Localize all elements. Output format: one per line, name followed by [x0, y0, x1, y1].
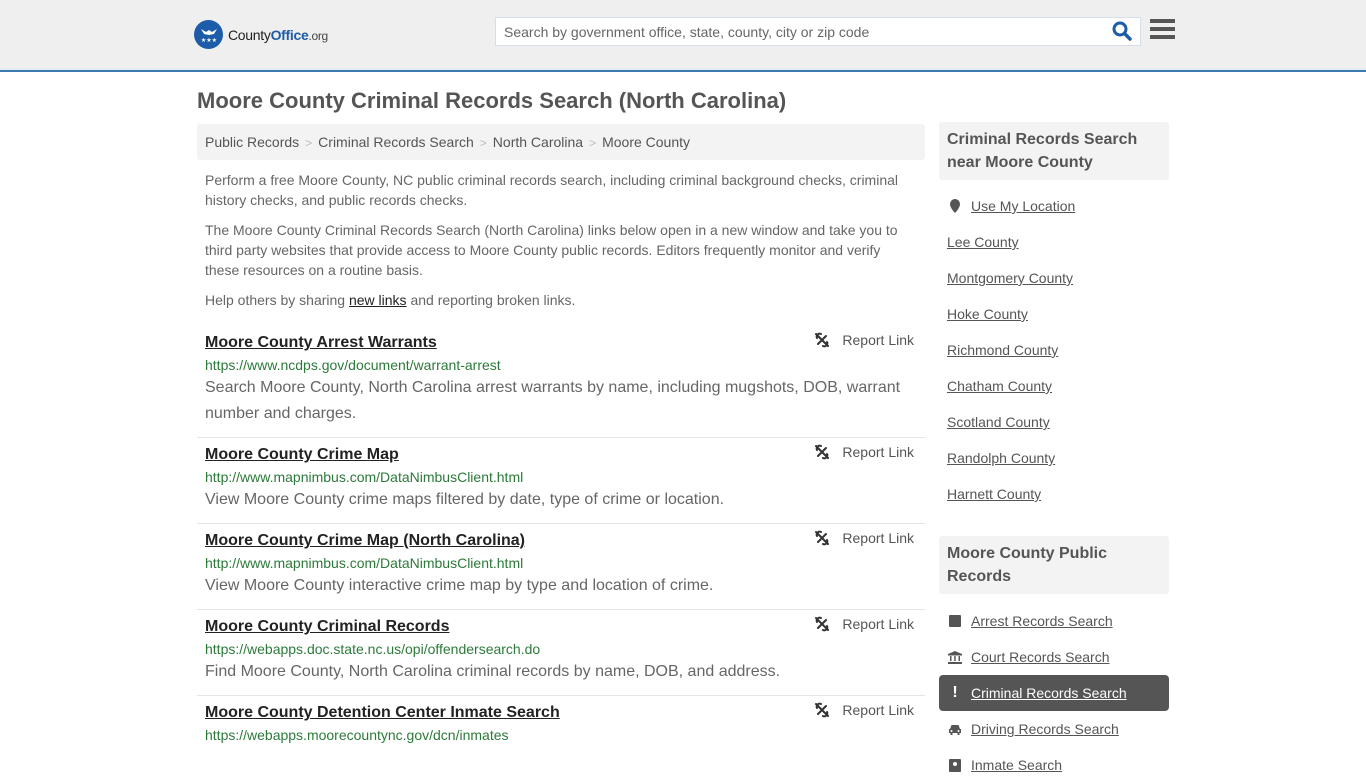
intro-text: Perform a free Moore County, NC public c…: [205, 170, 917, 320]
results-list: Moore County Arrest Warrants https://www…: [197, 326, 925, 753]
breadcrumb-separator: >: [589, 136, 597, 150]
result-description: View Moore County interactive crime map …: [205, 577, 714, 594]
sidebar-item-driving-records: Driving Records Search: [947, 711, 1161, 747]
result-url: http://www.mapnimbus.com/DataNimbusClien…: [205, 555, 524, 571]
car-icon: [947, 724, 963, 735]
search-button[interactable]: [1112, 21, 1134, 43]
result-item: Moore County Arrest Warrants https://www…: [197, 326, 925, 438]
result-item: Moore County Crime Map (North Carolina) …: [197, 524, 925, 610]
map-marker-icon: [947, 199, 963, 213]
arrest-records-link[interactable]: Arrest Records Search: [971, 613, 1113, 629]
broken-link-icon: [815, 530, 830, 546]
nearby-county-link[interactable]: Randolph County: [947, 450, 1055, 466]
court-records-link[interactable]: Court Records Search: [971, 649, 1110, 665]
nearby-county-item: Hoke County: [947, 296, 1161, 332]
broken-link-icon: [815, 702, 830, 718]
report-link-button[interactable]: Report Link: [814, 444, 914, 460]
sidebar-item-arrest-records: Arrest Records Search: [947, 603, 1161, 639]
report-link-button[interactable]: Report Link: [814, 530, 914, 546]
result-url: http://www.mapnimbus.com/DataNimbusClien…: [205, 469, 524, 485]
breadcrumb-criminal-records-search[interactable]: Criminal Records Search: [318, 134, 474, 150]
hamburger-menu-icon[interactable]: [1150, 19, 1175, 41]
result-description: Find Moore County, North Carolina crimin…: [205, 663, 781, 680]
nearby-county-item: Harnett County: [947, 476, 1161, 512]
site-header: ★★★ CountyOffice.org: [0, 0, 1366, 72]
driving-records-link[interactable]: Driving Records Search: [971, 721, 1119, 737]
nearby-county-link[interactable]: Chatham County: [947, 378, 1052, 394]
result-url: https://webapps.doc.state.nc.us/opi/offe…: [205, 641, 541, 657]
criminal-records-link[interactable]: Criminal Records Search: [971, 685, 1127, 701]
nearby-county-link[interactable]: Montgomery County: [947, 270, 1073, 286]
intro-paragraph-3: Help others by sharing new links and rep…: [205, 292, 576, 308]
sidebar-item-criminal-records: ! Criminal Records Search: [939, 675, 1169, 711]
nearby-county-item: Randolph County: [947, 440, 1161, 476]
intro-paragraph-2: The Moore County Criminal Records Search…: [205, 222, 898, 278]
sidebar-nearby: Criminal Records Search near Moore Count…: [939, 122, 1169, 512]
result-title-link[interactable]: Moore County Criminal Records: [205, 618, 449, 636]
sidebar-nearby-heading: Criminal Records Search near Moore Count…: [939, 122, 1169, 180]
nearby-county-link[interactable]: Lee County: [947, 234, 1019, 250]
intro-paragraph-1: Perform a free Moore County, NC public c…: [205, 172, 899, 208]
broken-link-icon: [815, 444, 830, 460]
breadcrumb-north-carolina[interactable]: North Carolina: [493, 134, 583, 150]
svg-text:★★★: ★★★: [200, 37, 216, 44]
exclamation-icon: !: [952, 684, 958, 701]
result-url: https://www.ncdps.gov/document/warrant-a…: [205, 357, 501, 373]
site-logo[interactable]: ★★★ CountyOffice.org: [194, 20, 328, 49]
breadcrumb-public-records[interactable]: Public Records: [205, 134, 299, 150]
new-links-link[interactable]: new links: [349, 292, 407, 308]
result-title-link[interactable]: Moore County Crime Map: [205, 446, 399, 464]
result-item: Moore County Criminal Records https://we…: [197, 610, 925, 696]
breadcrumb-separator: >: [479, 136, 487, 150]
result-description: View Moore County crime maps filtered by…: [205, 491, 725, 508]
sidebar-item-inmate-search: Inmate Search: [947, 747, 1161, 783]
nearby-county-item: Scotland County: [947, 404, 1161, 440]
result-url: https://webapps.moorecountync.gov/dcn/in…: [205, 727, 509, 743]
result-title-link[interactable]: Moore County Crime Map (North Carolina): [205, 532, 525, 550]
result-item: Moore County Detention Center Inmate Sea…: [197, 696, 925, 753]
logo-eagle-icon: ★★★: [194, 20, 223, 49]
use-my-location-link[interactable]: Use My Location: [971, 198, 1075, 214]
breadcrumb-separator: >: [305, 136, 313, 150]
breadcrumb-moore-county[interactable]: Moore County: [602, 134, 690, 150]
inmate-icon: [947, 758, 963, 772]
result-title-link[interactable]: Moore County Arrest Warrants: [205, 334, 437, 352]
sidebar-records-heading: Moore County Public Records: [939, 536, 1169, 594]
broken-link-icon: [815, 332, 830, 348]
sidebar-item-court-records: Court Records Search: [947, 639, 1161, 675]
use-my-location-item: Use My Location: [947, 188, 1161, 224]
broken-link-icon: [815, 616, 830, 632]
breadcrumb: Public Records > Criminal Records Search > N…: [197, 124, 925, 160]
search-box: [495, 17, 1141, 46]
result-item: Moore County Crime Map http://www.mapnim…: [197, 438, 925, 524]
report-link-button[interactable]: Report Link: [814, 702, 914, 718]
sidebar-public-records: Moore County Public Records Arrest Recor…: [939, 536, 1169, 783]
inmate-search-link[interactable]: Inmate Search: [971, 757, 1062, 773]
courthouse-icon: [947, 650, 963, 664]
nearby-county-link[interactable]: Scotland County: [947, 414, 1050, 430]
nearby-county-link[interactable]: Hoke County: [947, 306, 1028, 322]
result-title-link[interactable]: Moore County Detention Center Inmate Sea…: [205, 704, 560, 722]
logo-text: CountyOffice.org: [228, 26, 328, 43]
result-description: Search Moore County, North Carolina arre…: [205, 379, 901, 422]
nearby-county-item: Lee County: [947, 224, 1161, 260]
report-link-button[interactable]: Report Link: [814, 616, 914, 632]
nearby-county-link[interactable]: Harnett County: [947, 486, 1041, 502]
square-icon: [947, 615, 963, 627]
nearby-county-link[interactable]: Richmond County: [947, 342, 1058, 358]
page-title: Moore County Criminal Records Search (No…: [197, 88, 787, 113]
nearby-county-item: Chatham County: [947, 368, 1161, 404]
search-icon: [1112, 21, 1132, 41]
nearby-county-item: Montgomery County: [947, 260, 1161, 296]
nearby-county-item: Richmond County: [947, 332, 1161, 368]
search-input[interactable]: [496, 18, 1096, 45]
report-link-button[interactable]: Report Link: [814, 332, 914, 348]
